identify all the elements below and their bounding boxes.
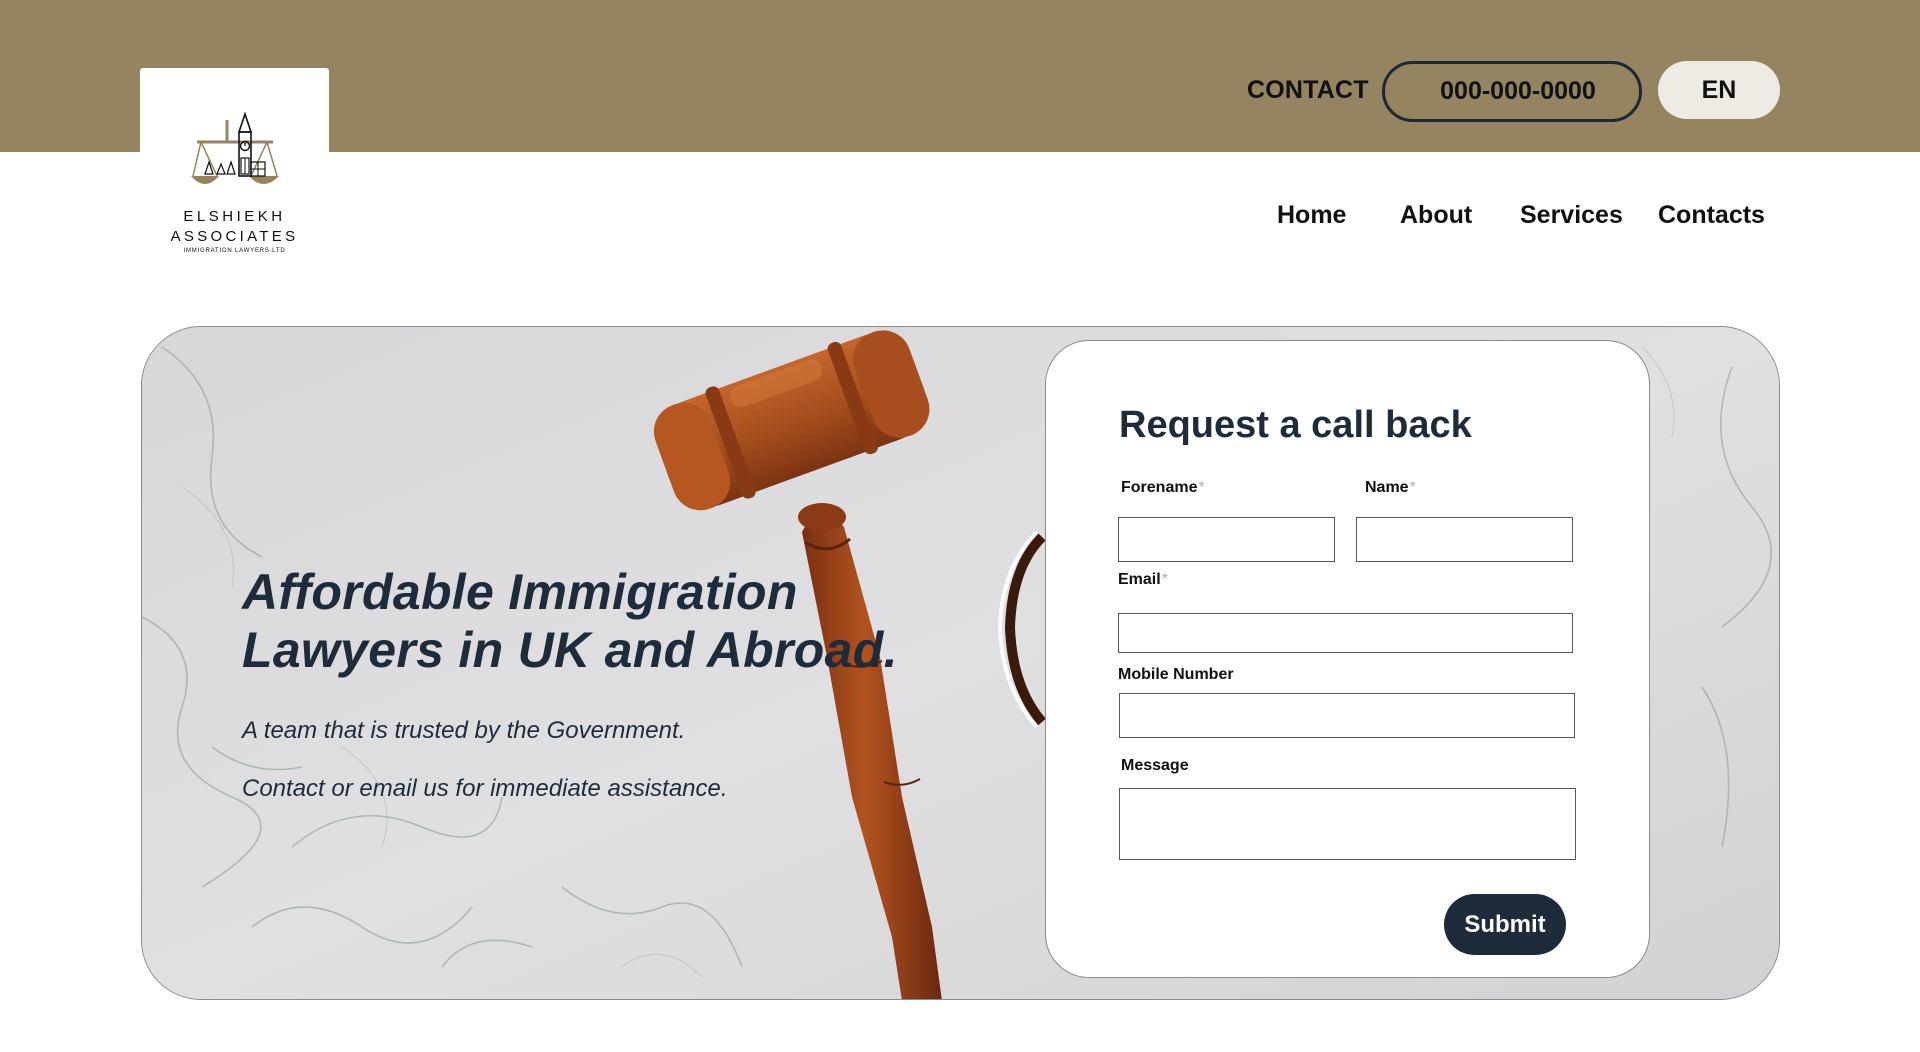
callback-form: Request a call back Forename* Name* Emai… bbox=[1045, 340, 1650, 978]
name-field[interactable] bbox=[1356, 517, 1573, 562]
message-label: Message bbox=[1121, 757, 1189, 774]
scales-tower-logo-icon bbox=[190, 112, 279, 184]
forename-label: Forename* bbox=[1121, 479, 1205, 496]
logo-tagline: IMMIGRATION LAWYERS LTD bbox=[183, 248, 286, 254]
hero-section: Affordable Immigration Lawyers in UK and… bbox=[141, 326, 1780, 1000]
name-label: Name* bbox=[1365, 479, 1416, 496]
form-title: Request a call back bbox=[1119, 404, 1472, 446]
mobile-label: Mobile Number bbox=[1118, 666, 1234, 683]
nav-item-about[interactable]: About bbox=[1400, 201, 1472, 230]
hero-subtitle: A team that is trusted by the Government… bbox=[242, 717, 686, 744]
hero-title: Affordable Immigration Lawyers in UK and… bbox=[242, 564, 898, 678]
logo-name-line1: ELSHIEKH bbox=[183, 208, 286, 225]
submit-button[interactable]: Submit bbox=[1444, 894, 1566, 955]
language-selector[interactable]: EN bbox=[1658, 61, 1780, 119]
email-label: Email* bbox=[1118, 571, 1168, 588]
nav-item-contacts[interactable]: Contacts bbox=[1658, 201, 1765, 230]
forename-field[interactable] bbox=[1118, 517, 1335, 562]
nav-item-home[interactable]: Home bbox=[1277, 201, 1346, 230]
logo[interactable]: ELSHIEKH ASSOCIATES IMMIGRATION LAWYERS … bbox=[140, 68, 329, 268]
hero-subtitle: Contact or email us for immediate assist… bbox=[242, 775, 728, 802]
email-field[interactable] bbox=[1118, 613, 1573, 653]
mobile-field[interactable] bbox=[1119, 693, 1575, 738]
message-field[interactable] bbox=[1119, 788, 1576, 860]
logo-name-line2: ASSOCIATES bbox=[170, 228, 299, 245]
phone-button[interactable]: 000-000-0000 bbox=[1382, 61, 1642, 122]
nav-item-services[interactable]: Services bbox=[1520, 201, 1623, 230]
contact-label: CONTACT bbox=[1247, 76, 1369, 104]
